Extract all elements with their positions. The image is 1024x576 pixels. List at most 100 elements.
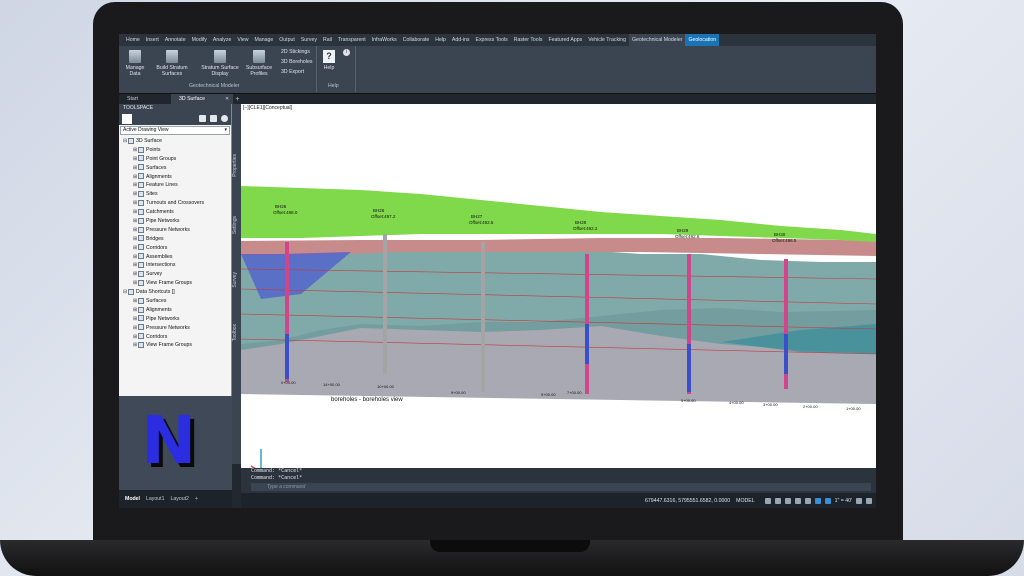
- tree-item[interactable]: ⊞ Surfaces: [119, 164, 231, 173]
- tab-model[interactable]: Model: [125, 496, 140, 502]
- drawing-viewport[interactable]: BH26 Offset:498.0 BH26 Offset:497.2 BH27 Offs…: [241, 104, 876, 468]
- tree-node-icon: [138, 208, 144, 215]
- tree-item-label: Corridors: [146, 244, 168, 251]
- ribbon-tab-rail[interactable]: Rail: [320, 34, 335, 46]
- tree-item[interactable]: ⊞ Surfaces: [119, 297, 231, 306]
- annotation-icon[interactable]: [814, 497, 821, 504]
- tree-item[interactable]: ⊞ View Frame Groups: [119, 341, 231, 350]
- borehole-offset: Offset:497.2: [371, 214, 396, 219]
- tree-item[interactable]: ⊞ Assemblies: [119, 253, 231, 262]
- ribbon-tab-home[interactable]: Home: [123, 34, 143, 46]
- tab-layout2[interactable]: Layout2: [170, 496, 188, 502]
- ribbon-tab-infraworks[interactable]: InfraWorks: [369, 34, 400, 46]
- station-label: 3+00.00: [763, 402, 778, 407]
- ribbon-tab-help[interactable]: Help: [432, 34, 449, 46]
- tree-item[interactable]: ⊞ Pipe Networks: [119, 315, 231, 324]
- tree-item[interactable]: ⊞ Alignments: [119, 306, 231, 315]
- ribbon-tab-annotate[interactable]: Annotate: [162, 34, 189, 46]
- tree-item[interactable]: ⊞ Alignments: [119, 173, 231, 182]
- tab-settings[interactable]: Settings: [232, 216, 241, 234]
- tab-3d-surface[interactable]: 3D Surface: [171, 94, 233, 104]
- tree-item[interactable]: ⊞ Corridors: [119, 333, 231, 342]
- tree-item[interactable]: ⊞ Sites: [119, 190, 231, 199]
- tree-item[interactable]: ⊞ View Frame Groups: [119, 279, 231, 288]
- ribbon-tab-geotechnical-modeler[interactable]: Geotechnical Modeler: [628, 34, 686, 46]
- ribbon-tab-analyze[interactable]: Analyze: [210, 34, 234, 46]
- tree-item[interactable]: ⊟ Data Shortcuts []: [119, 288, 231, 297]
- ribbon-tab-transparent[interactable]: Transparent: [335, 34, 369, 46]
- close-icon[interactable]: ✕: [225, 96, 229, 102]
- build-stratum-button[interactable]: Build Stratum Surfaces: [151, 50, 193, 77]
- view-select[interactable]: Active Drawing View: [120, 126, 230, 135]
- ribbon-tab-raster-tools[interactable]: Raster Tools: [511, 34, 546, 46]
- tree-node-icon: [138, 164, 144, 171]
- ortho-icon[interactable]: [784, 497, 791, 504]
- workspace-icon[interactable]: [824, 497, 831, 504]
- osnap-icon[interactable]: [804, 497, 811, 504]
- tree-item[interactable]: ⊞ Survey: [119, 270, 231, 279]
- manage-data-button[interactable]: Manage Data: [123, 50, 147, 77]
- model-space-toggle[interactable]: MODEL: [736, 498, 754, 504]
- add-tab-icon[interactable]: +: [235, 96, 239, 103]
- annotation-scale[interactable]: 1" = 40': [835, 498, 852, 504]
- ribbon-tab-output[interactable]: Output: [276, 34, 298, 46]
- snap-icon[interactable]: [774, 497, 781, 504]
- grid-icon[interactable]: [764, 497, 771, 504]
- ribbon-tab-insert[interactable]: Insert: [143, 34, 162, 46]
- command-input[interactable]: Type a command: [251, 483, 871, 491]
- menu-icon[interactable]: [866, 497, 872, 504]
- tree-item[interactable]: ⊟ 3D Surface: [119, 137, 231, 146]
- tree-item[interactable]: ⊞ Pipe Networks: [119, 217, 231, 226]
- stratum-display-button[interactable]: Stratum Surface Display: [199, 50, 241, 77]
- ribbon-tab-vehicle-tracking[interactable]: Vehicle Tracking: [585, 34, 629, 46]
- tree-item[interactable]: ⊞ Pressure Networks: [119, 226, 231, 235]
- ribbon-tab-survey[interactable]: Survey: [298, 34, 320, 46]
- tab-survey[interactable]: Survey: [232, 272, 241, 288]
- tree-item[interactable]: ⊞ Point Groups: [119, 155, 231, 164]
- polar-icon[interactable]: [794, 497, 801, 504]
- ribbon-tab-collaborate[interactable]: Collaborate: [400, 34, 433, 46]
- tree-node-icon: [138, 199, 144, 206]
- tree-item[interactable]: ⊞ Catchments: [119, 208, 231, 217]
- station-label: 1+00.00: [846, 406, 861, 411]
- profile-view-title: boreholes - boreholes view: [331, 397, 403, 403]
- toolspace-search[interactable]: [122, 114, 132, 124]
- tree-item-label: Alignments: [146, 306, 172, 313]
- boreholes-button[interactable]: 3D Boreholes: [281, 59, 312, 65]
- layout-tabs: Model Layout1 Layout2 +: [119, 490, 232, 508]
- ribbon-panel: Manage Data Build Stratum Surfaces Strat…: [119, 46, 876, 94]
- toolspace-panel: TOOLSPACE Active Drawing View ⊟3D Surfac…: [119, 104, 232, 396]
- tree-item[interactable]: ⊞ Corridors: [119, 244, 231, 253]
- tree-item[interactable]: ⊞ Turnouts and Crossovers: [119, 199, 231, 208]
- tree-item[interactable]: ⊞ Feature Lines: [119, 181, 231, 190]
- tab-layout1[interactable]: Layout1: [146, 496, 164, 502]
- gear-icon[interactable]: [856, 497, 862, 504]
- app-screen: Home Insert Annotate Modify Analyze View Manag…: [119, 34, 876, 508]
- tab-start[interactable]: Start: [119, 94, 171, 104]
- export-button[interactable]: 3D Export: [281, 69, 304, 75]
- add-layout-icon[interactable]: +: [195, 496, 198, 502]
- ribbon-tab-featured-apps[interactable]: Featured Apps: [545, 34, 585, 46]
- network-icon[interactable]: [199, 115, 206, 122]
- save-icon[interactable]: [210, 115, 217, 122]
- stickings-button[interactable]: 2D Stickings: [281, 49, 310, 55]
- tree-item[interactable]: ⊞ Intersections: [119, 261, 231, 270]
- subsurface-profiles-button[interactable]: Subsurface Profiles: [243, 50, 275, 77]
- ucs-icon: [250, 449, 262, 468]
- tree-item[interactable]: ⊞ Points: [119, 146, 231, 155]
- ribbon-tab-modify[interactable]: Modify: [189, 34, 210, 46]
- tab-properties[interactable]: Properties: [232, 154, 241, 177]
- info-icon[interactable]: i: [343, 49, 350, 56]
- ribbon-tab-manage[interactable]: Manage: [252, 34, 277, 46]
- tree-item-label: Assemblies: [146, 253, 173, 260]
- tree-item[interactable]: ⊞ Bridges: [119, 235, 231, 244]
- tree-item[interactable]: ⊞ Pressure Networks: [119, 324, 231, 333]
- ribbon-tab-view[interactable]: View: [234, 34, 251, 46]
- ribbon-tab-geolocation[interactable]: Geolocation: [685, 34, 720, 46]
- help-button[interactable]: ? Help: [319, 50, 339, 71]
- ribbon-tab-add-ins[interactable]: Add-ins: [449, 34, 473, 46]
- ribbon-tab-express-tools[interactable]: Express Tools: [473, 34, 511, 46]
- tab-toolbox[interactable]: Toolbox: [232, 324, 241, 341]
- help-icon[interactable]: [221, 115, 228, 122]
- viewport-label[interactable]: [−][CLE1][Conceptual]: [243, 105, 292, 111]
